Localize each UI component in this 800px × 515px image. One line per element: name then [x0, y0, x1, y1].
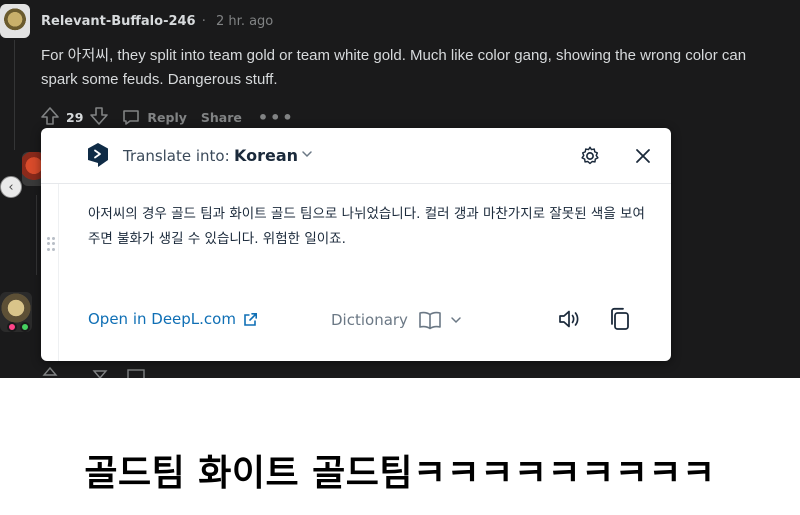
speaker-icon[interactable] [556, 306, 582, 332]
status-dot-icon [7, 322, 17, 332]
dictionary-label: Dictionary [331, 311, 408, 329]
vote-count: 29 [66, 109, 84, 125]
comment-body: For 아저씨, they split into team gold or te… [41, 47, 747, 88]
open-link-label: Open in DeepL.com [88, 310, 236, 328]
comment-meta: Relevant-Buffalo-246 · 2 hr. ago [41, 14, 273, 29]
more-options-button[interactable]: ••• [258, 108, 295, 127]
upvote-icon[interactable] [40, 106, 60, 129]
popup-header: Translate into: Korean [41, 128, 671, 184]
partial-actions-row [42, 366, 145, 378]
comment-actions: 29 Reply Share ••• [40, 106, 295, 128]
chevron-down-icon [451, 317, 461, 324]
translate-into-label: Translate into: [123, 147, 230, 165]
thread-line[interactable] [36, 195, 37, 275]
share-button[interactable]: Share [201, 110, 242, 125]
meme-caption: 골드팀 화이트 골드팀ㅋㅋㅋㅋㅋㅋㅋㅋㅋ [84, 453, 716, 494]
close-icon[interactable] [634, 147, 652, 165]
copy-icon[interactable] [607, 306, 633, 332]
open-in-deepl-link[interactable]: Open in DeepL.com [88, 310, 258, 328]
author-avatar[interactable] [0, 4, 30, 38]
drag-handle-icon[interactable] [47, 237, 55, 251]
reply-button[interactable]: Reply [121, 107, 187, 127]
meta-separator: · [201, 14, 206, 29]
book-icon [419, 311, 441, 330]
online-status-icon [20, 322, 30, 332]
thread-line[interactable] [14, 40, 15, 150]
downvote-icon[interactable] [89, 106, 109, 129]
deepl-logo-icon [88, 143, 108, 167]
external-link-icon [244, 312, 257, 326]
collapse-arrow-icon[interactable]: ‹ [0, 176, 22, 198]
target-language-select[interactable]: Korean [234, 146, 298, 165]
reply-label: Reply [147, 109, 187, 125]
dictionary-button[interactable]: Dictionary [331, 310, 462, 330]
gear-icon[interactable] [579, 145, 601, 167]
translated-text: 아저씨의 경우 골드 팀과 화이트 골드 팀으로 나뉘었습니다. 컬러 갱과 마… [88, 206, 645, 247]
chevron-down-icon[interactable] [301, 148, 313, 160]
comment-time[interactable]: 2 hr. ago [216, 14, 273, 29]
author-name[interactable]: Relevant-Buffalo-246 [41, 14, 196, 29]
deepl-translation-popup: Translate into: Korean 아저씨의 경우 골드 팀과 화이트… [41, 128, 671, 361]
comment-bubble-icon [123, 110, 140, 125]
popup-left-rail [58, 184, 59, 361]
